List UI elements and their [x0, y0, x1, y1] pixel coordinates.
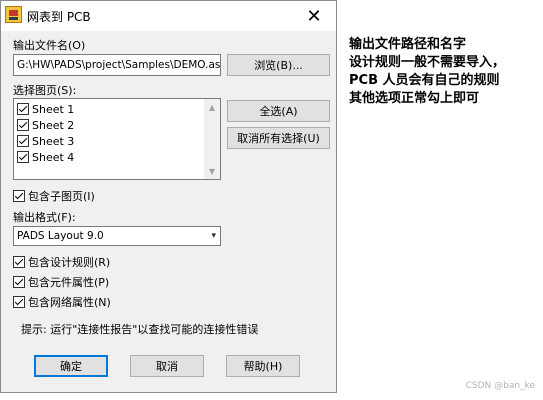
sheet-2-checkbox[interactable] — [17, 119, 29, 131]
include-sub-sheets-label: 包含子图页(I) — [28, 190, 95, 203]
sheet-3-checkbox[interactable] — [17, 135, 29, 147]
list-item[interactable]: Sheet 3 — [17, 133, 74, 149]
annotation-line-3: PCB 人员会有自己的规则 — [349, 73, 500, 88]
browse-button[interactable]: 浏览(B)... — [227, 54, 330, 76]
output-format-value: PADS Layout 9.0 — [17, 230, 104, 242]
watermark: CSDN @ban_ke — [465, 381, 535, 391]
include-sub-sheets-checkbox[interactable] — [13, 190, 25, 202]
close-button[interactable]: ✕ — [292, 1, 336, 31]
deselect-all-button[interactable]: 取消所有选择(U) — [227, 127, 330, 149]
include-design-rules-option[interactable]: 包含设计规则(R) — [13, 254, 110, 270]
help-button[interactable]: 帮助(H) — [226, 355, 300, 377]
sheets-label: 选择图页(S): — [13, 84, 77, 97]
hint-text: 提示: 运行"连接性报告"以查找可能的连接性错误 — [21, 323, 259, 336]
ok-button[interactable]: 确定 — [34, 355, 108, 377]
annotation-line-4: 其他选项正常勾上即可 — [349, 91, 480, 106]
include-net-attributes-label: 包含网络属性(N) — [28, 296, 111, 309]
annotation-line-2: 设计规则一般不需要导入， — [349, 55, 506, 70]
chevron-down-icon: ▾ — [211, 231, 216, 241]
sheet-3-label: Sheet 3 — [32, 134, 75, 148]
sheet-listbox[interactable]: Sheet 1 Sheet 2 Sheet 3 Sheet 4 ▲ ▼ — [13, 98, 221, 180]
output-file-label: 输出文件名(O) — [13, 39, 86, 52]
include-design-rules-checkbox[interactable] — [13, 256, 25, 268]
window-title: 网表到 PCB — [27, 10, 91, 24]
app-icon — [5, 6, 22, 23]
include-design-rules-label: 包含设计规则(R) — [28, 256, 111, 269]
output-format-select[interactable]: PADS Layout 9.0 ▾ — [13, 226, 221, 246]
sheet-4-checkbox[interactable] — [17, 151, 29, 163]
sheet-1-checkbox[interactable] — [17, 103, 29, 115]
include-part-attributes-checkbox[interactable] — [13, 276, 25, 288]
output-file-input[interactable]: G:\HW\PADS\project\Samples\DEMO.asc — [13, 54, 221, 76]
include-net-attributes-option[interactable]: 包含网络属性(N) — [13, 294, 111, 310]
select-all-button[interactable]: 全选(A) — [227, 100, 330, 122]
list-item[interactable]: Sheet 1 — [17, 101, 74, 117]
include-net-attributes-checkbox[interactable] — [13, 296, 25, 308]
list-scrollbar[interactable]: ▲ ▼ — [204, 99, 220, 179]
list-item[interactable]: Sheet 2 — [17, 117, 74, 133]
annotation-line-1: 输出文件路径和名字 — [349, 37, 467, 52]
annotation-note: 输出文件路径和名字 设计规则一般不需要导入， PCB 人员会有自己的规则 其他选… — [349, 36, 539, 108]
include-part-attributes-option[interactable]: 包含元件属性(P) — [13, 274, 109, 290]
scroll-up-icon[interactable]: ▲ — [204, 99, 220, 115]
include-part-attributes-label: 包含元件属性(P) — [28, 276, 110, 289]
output-format-label: 输出格式(F): — [13, 211, 76, 224]
cancel-button[interactable]: 取消 — [130, 355, 204, 377]
sheet-2-label: Sheet 2 — [32, 118, 75, 132]
include-sub-sheets-option[interactable]: 包含子图页(I) — [13, 188, 95, 204]
netlist-to-pcb-dialog: 网表到 PCB ✕ 输出文件名(O) G:\HW\PADS\project\Sa… — [0, 0, 337, 393]
sheet-4-label: Sheet 4 — [32, 150, 75, 164]
title-bar: 网表到 PCB ✕ — [1, 1, 336, 31]
sheet-1-label: Sheet 1 — [32, 102, 75, 116]
list-item[interactable]: Sheet 4 — [17, 149, 74, 165]
scroll-down-icon[interactable]: ▼ — [204, 163, 220, 179]
